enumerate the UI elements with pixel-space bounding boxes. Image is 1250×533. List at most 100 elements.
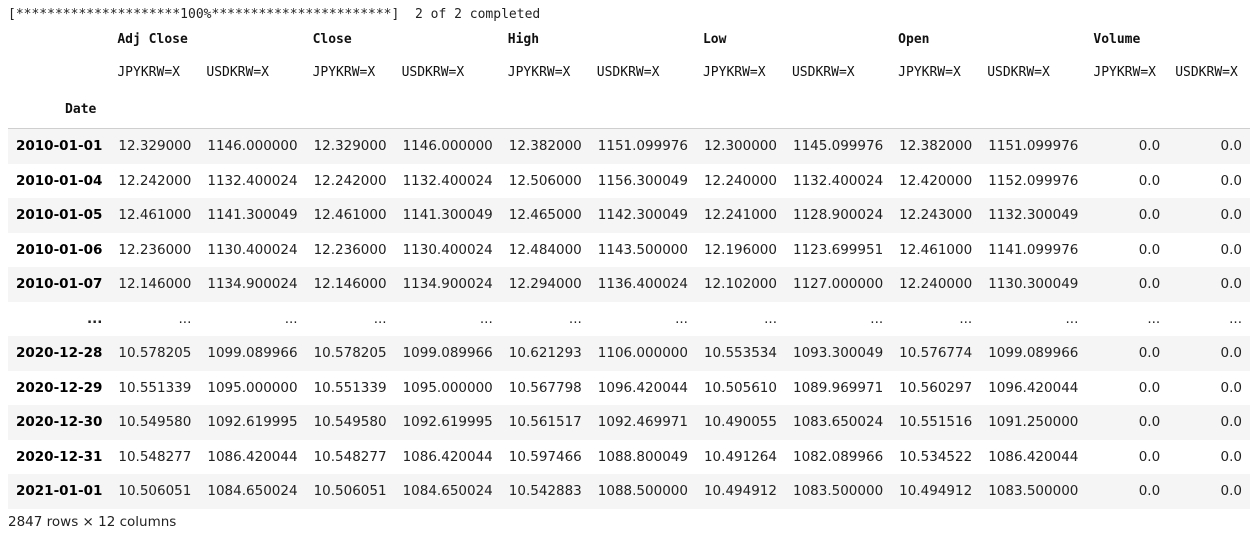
table-cell: 10.597466 bbox=[508, 448, 582, 465]
table-cell: 10.567798 bbox=[508, 379, 582, 396]
ticker-header: USDKRW=X bbox=[596, 64, 660, 80]
dataframe-table: Adj Close Close High Low Open Volume JPY… bbox=[8, 30, 1250, 509]
table-cell: 1083.500000 bbox=[988, 483, 1079, 500]
table-cell: 1136.400024 bbox=[597, 276, 688, 293]
table-cell: 10.548277 bbox=[313, 448, 387, 465]
table-cell: 1099.089966 bbox=[402, 345, 493, 362]
group-header-adj-close: Adj Close bbox=[117, 32, 188, 47]
table-cell: ... bbox=[568, 310, 582, 327]
table-cell: 12.300000 bbox=[703, 138, 777, 155]
group-header-volume: Volume bbox=[1093, 32, 1141, 47]
table-cell: 1134.900024 bbox=[402, 276, 493, 293]
table-cell: 1084.650024 bbox=[207, 483, 298, 500]
table-cell: 10.549580 bbox=[313, 414, 387, 431]
table-cell: 10.505610 bbox=[703, 379, 777, 396]
ticker-header: JPYKRW=X bbox=[1093, 64, 1156, 80]
header-empty-cell bbox=[395, 90, 501, 129]
ticker-header: USDKRW=X bbox=[791, 64, 855, 80]
row-index-date: 2010-01-06 bbox=[16, 241, 103, 258]
table-row: 2021-01-01 10.506051 1084.650024 10.506051 1… bbox=[8, 474, 1250, 509]
table-cell: 1130.300049 bbox=[988, 276, 1079, 293]
table-cell: 10.560297 bbox=[899, 379, 973, 396]
table-cell: 10.553534 bbox=[703, 345, 777, 362]
table-cell: 1146.000000 bbox=[207, 138, 298, 155]
table-cell: ... bbox=[675, 310, 688, 327]
table-cell: 0.0 bbox=[1220, 241, 1242, 258]
progress-bar-text: [*********************100%**************… bbox=[8, 7, 400, 22]
table-cell: 12.420000 bbox=[899, 172, 973, 189]
table-row-ellipsis: ....................................... bbox=[8, 301, 1250, 336]
group-header-open: Open bbox=[898, 32, 930, 47]
table-cell: 0.0 bbox=[1138, 172, 1161, 189]
group-header-close: Close bbox=[312, 32, 352, 47]
table-cell: 12.242000 bbox=[313, 172, 387, 189]
ticker-header: USDKRW=X bbox=[987, 64, 1050, 80]
table-cell: 12.484000 bbox=[508, 241, 582, 258]
table-cell: 12.382000 bbox=[508, 138, 582, 155]
table-cell: 10.551339 bbox=[118, 379, 192, 396]
table-cell: 12.236000 bbox=[118, 241, 192, 258]
table-cell: 12.506000 bbox=[508, 172, 582, 189]
table-cell: 12.236000 bbox=[313, 241, 387, 258]
table-cell: 1132.400024 bbox=[402, 172, 493, 189]
table-cell: 1083.500000 bbox=[792, 483, 884, 500]
table-cell: 10.490055 bbox=[703, 414, 777, 431]
header-row-index: Date bbox=[8, 90, 1250, 129]
table-cell: 12.102000 bbox=[703, 276, 777, 293]
header-row-groups: Adj Close Close High Low Open Volume bbox=[8, 30, 1250, 54]
table-row: 2010-01-01 12.329000 1146.000000 12.329000 1… bbox=[8, 128, 1250, 164]
header-empty-cell bbox=[980, 90, 1086, 129]
table-cell: 0.0 bbox=[1138, 241, 1161, 258]
table-cell: 10.494912 bbox=[899, 483, 973, 500]
table-cell: 0.0 bbox=[1220, 414, 1242, 431]
table-cell: 12.240000 bbox=[899, 276, 973, 293]
table-cell: 0.0 bbox=[1138, 345, 1161, 362]
ticker-header: JPYKRW=X bbox=[507, 64, 571, 80]
table-cell: 0.0 bbox=[1220, 138, 1242, 155]
table-cell: 1086.420044 bbox=[207, 448, 298, 465]
table-cell: 12.241000 bbox=[703, 207, 777, 224]
table-cell: 1096.420044 bbox=[597, 379, 688, 396]
table-cell: 0.0 bbox=[1220, 172, 1242, 189]
table-row: 2020-12-30 10.549580 1092.619995 10.549580 1… bbox=[8, 405, 1250, 440]
table-cell: 1141.300049 bbox=[402, 207, 493, 224]
table-cell: 1099.089966 bbox=[988, 345, 1079, 362]
table-cell: 10.576774 bbox=[899, 345, 973, 362]
row-index-date: ... bbox=[86, 310, 103, 327]
row-index-date: 2021-01-01 bbox=[16, 483, 103, 500]
ticker-header: JPYKRW=X bbox=[898, 64, 961, 80]
table-cell: 0.0 bbox=[1220, 483, 1242, 500]
table-cell: 12.461000 bbox=[899, 241, 973, 258]
table-cell: 0.0 bbox=[1220, 276, 1242, 293]
table-cell: 1141.300049 bbox=[207, 207, 298, 224]
table-cell: 1096.420044 bbox=[988, 379, 1079, 396]
table-cell: 1091.250000 bbox=[988, 414, 1079, 431]
table-cell: 1128.900024 bbox=[792, 207, 884, 224]
table-cell: ... bbox=[284, 310, 298, 327]
table-cell: 0.0 bbox=[1138, 448, 1161, 465]
row-index-date: 2020-12-29 bbox=[16, 379, 103, 396]
ticker-header: USDKRW=X bbox=[1175, 64, 1238, 80]
table-cell: 10.548277 bbox=[118, 448, 192, 465]
table-cell: 1092.469971 bbox=[597, 414, 688, 431]
ticker-header: JPYKRW=X bbox=[702, 64, 766, 80]
header-empty-cell bbox=[110, 90, 199, 129]
table-cell: 12.465000 bbox=[508, 207, 582, 224]
table-row: 2010-01-06 12.236000 1130.400024 12.236000 1… bbox=[8, 232, 1250, 267]
group-header-low: Low bbox=[702, 32, 727, 47]
table-cell: 12.294000 bbox=[508, 276, 582, 293]
table-cell: 1151.099976 bbox=[597, 138, 688, 155]
table-row: 2020-12-29 10.551339 1095.000000 10.551339 1… bbox=[8, 370, 1250, 405]
ticker-header: JPYKRW=X bbox=[312, 64, 376, 80]
table-cell: 1130.400024 bbox=[207, 241, 298, 258]
table-cell: 1142.300049 bbox=[597, 207, 688, 224]
dataframe-shape-text: 2847 rows × 12 columns bbox=[8, 514, 177, 530]
row-index-date: 2020-12-30 bbox=[16, 414, 103, 431]
table-cell: ... bbox=[479, 310, 493, 327]
table-cell: 1084.650024 bbox=[402, 483, 493, 500]
header-empty-cell bbox=[1168, 90, 1250, 129]
table-cell: 10.551516 bbox=[899, 414, 973, 431]
table-cell: 12.382000 bbox=[899, 138, 973, 155]
table-cell: 0.0 bbox=[1138, 483, 1161, 500]
header-empty-cell bbox=[590, 90, 696, 129]
